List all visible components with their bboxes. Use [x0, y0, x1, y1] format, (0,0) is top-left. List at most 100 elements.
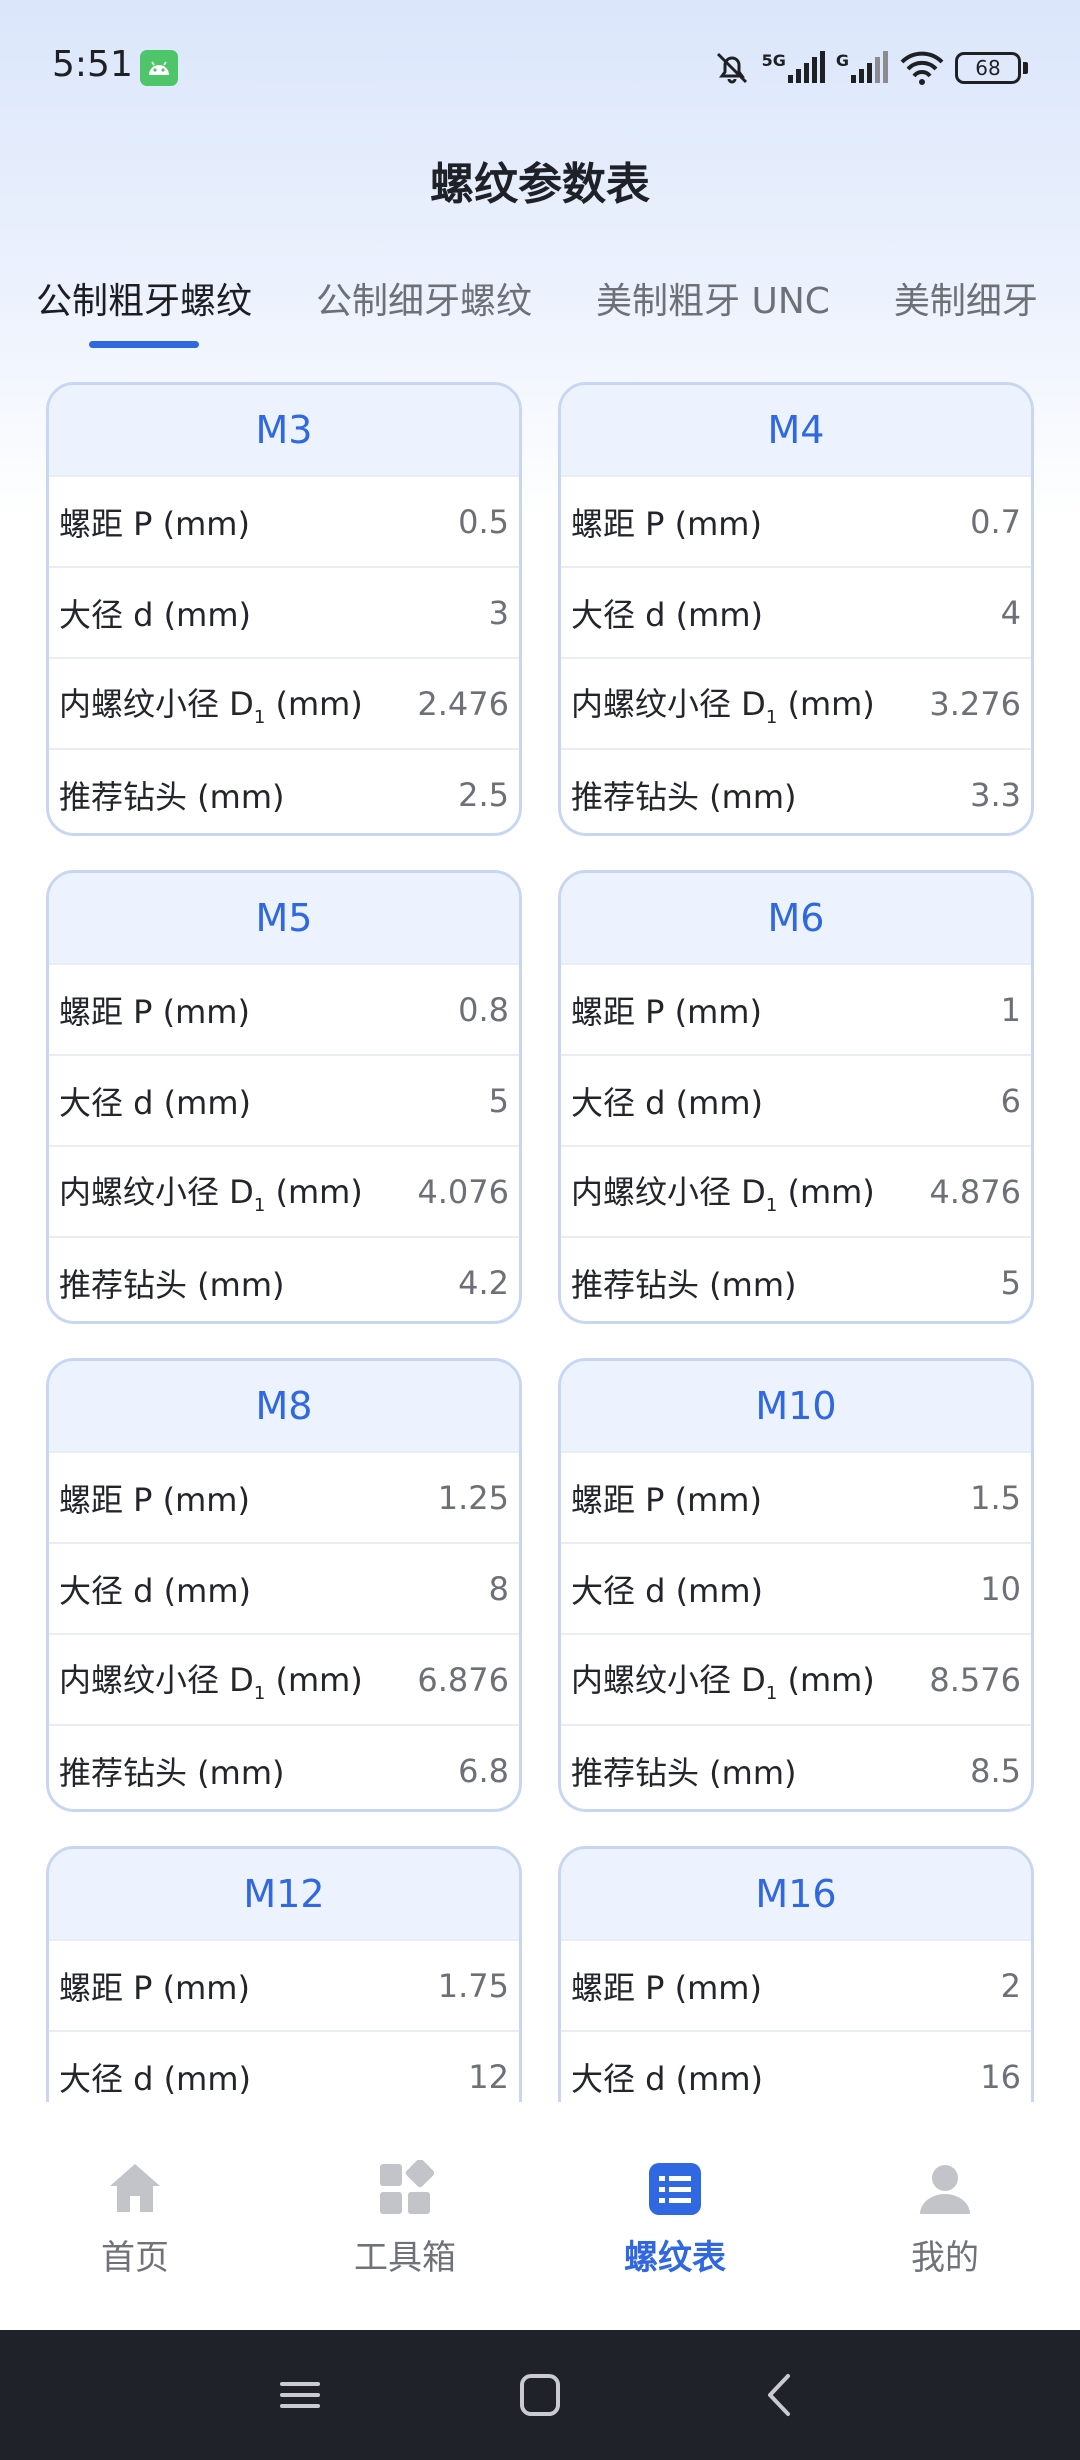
row-label: 内螺纹小径 D1 (mm) [571, 1167, 875, 1216]
card-title: M10 [561, 1361, 1031, 1451]
minor-label-subscript: 1 [253, 1683, 266, 1704]
major-diameter-value: 12 [468, 2057, 509, 2096]
tab-metric-fine[interactable]: 公制细牙螺纹 [316, 272, 532, 352]
drill-value: 8.5 [970, 1751, 1021, 1790]
major-diameter-value: 4 [1000, 593, 1021, 632]
pitch-value: 2 [1000, 1966, 1021, 2005]
row-label: 内螺纹小径 D1 (mm) [59, 1167, 363, 1216]
nav-item-home[interactable]: 首页 [35, 2160, 235, 2279]
thread-card-grid[interactable]: M3 螺距 P (mm) 0.5 大径 d (mm) 3 内螺纹小径 D1 (mm)… [46, 382, 1034, 2102]
pitch-value: 1.25 [437, 1478, 509, 1517]
minor-label-subscript: 1 [253, 707, 266, 728]
drill-value: 6.8 [458, 1751, 509, 1790]
row-label: 推荐钻头 (mm) [571, 1265, 797, 1304]
row-label: 螺距 P (mm) [59, 1480, 250, 1519]
thread-card-m6[interactable]: M6 螺距 P (mm) 1 大径 d (mm) 6 内螺纹小径 D1 (mm) 4.… [558, 870, 1034, 1324]
drill-value: 4.2 [458, 1263, 509, 1302]
card-title: M16 [561, 1849, 1031, 1939]
thread-card-m3[interactable]: M3 螺距 P (mm) 0.5 大径 d (mm) 3 内螺纹小径 D1 (mm)… [46, 382, 522, 836]
pitch-row: 螺距 P (mm) 1.25 [49, 1451, 519, 1542]
row-label: 螺距 P (mm) [59, 504, 250, 543]
thread-card-m10[interactable]: M10 螺距 P (mm) 1.5 大径 d (mm) 10 内螺纹小径 D1 (m… [558, 1358, 1034, 1812]
row-label: 螺距 P (mm) [571, 992, 762, 1031]
signal-g-icon: G [836, 51, 889, 85]
home-square-icon[interactable] [510, 2370, 570, 2420]
card-title: M8 [49, 1361, 519, 1451]
row-label: 内螺纹小径 D1 (mm) [59, 679, 363, 728]
minor-label-subscript: 1 [765, 1195, 778, 1216]
minor-label-subscript: 1 [253, 1195, 266, 1216]
major-diameter-value: 10 [980, 1569, 1021, 1608]
minor-label-prefix: 内螺纹小径 D [571, 685, 766, 723]
tab-label: 公制粗牙螺纹 [36, 281, 253, 322]
status-bar: 5:51 5G G 68 [0, 0, 1080, 136]
row-label: 大径 d (mm) [59, 1083, 251, 1122]
thread-type-tabs: 公制粗牙螺纹 公制细牙螺纹 美制粗牙 UNC 美制细牙 [36, 272, 1080, 352]
major-diameter-value: 8 [488, 1569, 509, 1608]
status-time: 5:51 [52, 44, 133, 85]
tab-unc[interactable]: 美制粗牙 UNC [596, 272, 830, 352]
nav-item-profile[interactable]: 我的 [845, 2160, 1045, 2279]
pitch-row: 螺距 P (mm) 1.5 [561, 1451, 1031, 1542]
minor-diameter-row: 内螺纹小径 D1 (mm) 8.576 [561, 1633, 1031, 1724]
row-label: 大径 d (mm) [571, 1083, 763, 1122]
thread-card-m5[interactable]: M5 螺距 P (mm) 0.8 大径 d (mm) 5 内螺纹小径 D1 (mm)… [46, 870, 522, 1324]
major-diameter-row: 大径 d (mm) 16 [561, 2030, 1031, 2102]
minor-label-prefix: 内螺纹小径 D [59, 1661, 254, 1699]
bottom-navigation: 首页 工具箱 螺纹表 我的 [0, 2102, 1080, 2330]
pitch-value: 1.5 [970, 1478, 1021, 1517]
row-label: 大径 d (mm) [59, 595, 251, 634]
status-icons: 5G G 68 [712, 46, 1028, 90]
drill-row: 推荐钻头 (mm) 4.2 [49, 1236, 519, 1321]
pitch-row: 螺距 P (mm) 1 [561, 963, 1031, 1054]
wifi-icon [899, 50, 945, 86]
pitch-row: 螺距 P (mm) 1.75 [49, 1939, 519, 2030]
row-label: 推荐钻头 (mm) [59, 777, 285, 816]
row-label: 大径 d (mm) [571, 595, 763, 634]
row-label: 推荐钻头 (mm) [571, 1753, 797, 1792]
minor-label-prefix: 内螺纹小径 D [59, 1173, 254, 1211]
minor-diameter-row: 内螺纹小径 D1 (mm) 4.076 [49, 1145, 519, 1236]
major-diameter-row: 大径 d (mm) 5 [49, 1054, 519, 1145]
major-diameter-value: 3 [488, 593, 509, 632]
minor-diameter-row: 内螺纹小径 D1 (mm) 4.876 [561, 1145, 1031, 1236]
card-title: M3 [49, 385, 519, 475]
row-label: 大径 d (mm) [571, 1571, 763, 1610]
minor-diameter-value: 4.876 [929, 1172, 1021, 1211]
battery-indicator: 68 [955, 52, 1028, 84]
minor-diameter-row: 内螺纹小径 D1 (mm) 3.276 [561, 657, 1031, 748]
tab-unf[interactable]: 美制细牙 [894, 272, 1038, 352]
nav-item-toolbox[interactable]: 工具箱 [305, 2160, 505, 2279]
back-icon[interactable] [750, 2370, 810, 2420]
thread-card-m4[interactable]: M4 螺距 P (mm) 0.7 大径 d (mm) 4 内螺纹小径 D1 (mm)… [558, 382, 1034, 836]
nav-label: 工具箱 [354, 2238, 456, 2278]
row-label: 内螺纹小径 D1 (mm) [571, 1655, 875, 1704]
drill-row: 推荐钻头 (mm) 5 [561, 1236, 1031, 1321]
minor-diameter-value: 3.276 [929, 684, 1021, 723]
row-label: 内螺纹小径 D1 (mm) [571, 679, 875, 728]
major-diameter-value: 16 [980, 2057, 1021, 2096]
toolbox-icon [380, 2160, 434, 2214]
menu-icon[interactable] [270, 2370, 330, 2420]
minor-diameter-row: 内螺纹小径 D1 (mm) 6.876 [49, 1633, 519, 1724]
row-label: 螺距 P (mm) [571, 504, 762, 543]
minor-label-suffix: (mm) [777, 685, 875, 723]
pitch-value: 0.8 [458, 990, 509, 1029]
thread-card-m16[interactable]: M16 螺距 P (mm) 2 大径 d (mm) 16 [558, 1846, 1034, 2102]
thread-card-m8[interactable]: M8 螺距 P (mm) 1.25 大径 d (mm) 8 内螺纹小径 D1 (mm… [46, 1358, 522, 1812]
list-icon [649, 2163, 701, 2215]
nav-item-thread-table[interactable]: 螺纹表 [575, 2160, 775, 2279]
row-label: 螺距 P (mm) [59, 992, 250, 1031]
active-tab-indicator [89, 341, 199, 348]
major-diameter-row: 大径 d (mm) 8 [49, 1542, 519, 1633]
major-diameter-row: 大径 d (mm) 10 [561, 1542, 1031, 1633]
mute-bell-icon [712, 48, 752, 88]
row-label: 推荐钻头 (mm) [59, 1265, 285, 1304]
nav-label: 螺纹表 [624, 2238, 726, 2278]
tab-metric-coarse[interactable]: 公制粗牙螺纹 [36, 272, 252, 352]
drill-row: 推荐钻头 (mm) 8.5 [561, 1724, 1031, 1809]
android-notification-icon [140, 50, 178, 86]
minor-diameter-row: 内螺纹小径 D1 (mm) 2.476 [49, 657, 519, 748]
home-icon [110, 2164, 160, 2212]
thread-card-m12[interactable]: M12 螺距 P (mm) 1.75 大径 d (mm) 12 [46, 1846, 522, 2102]
